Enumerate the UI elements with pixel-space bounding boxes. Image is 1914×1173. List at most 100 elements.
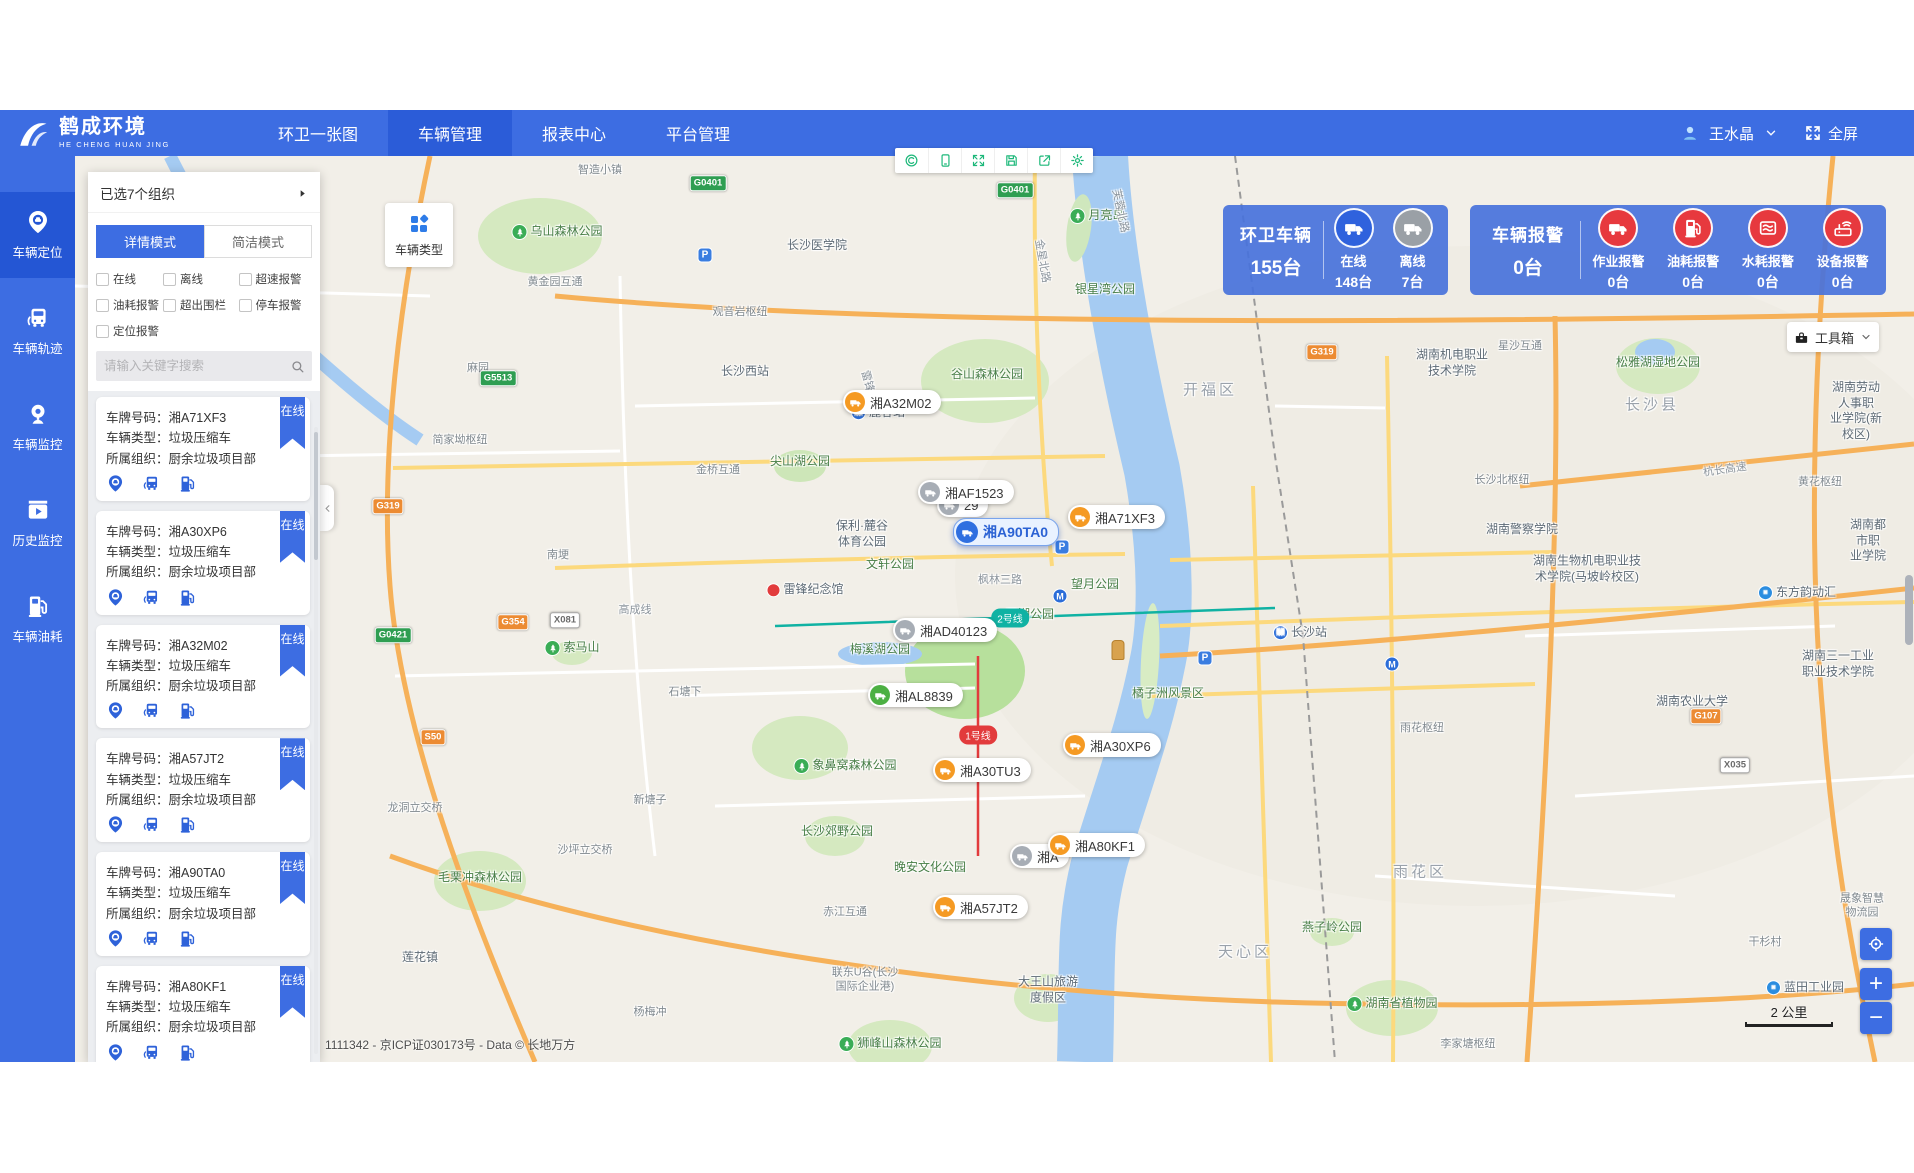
tab-详情模式[interactable]: 详情模式 (96, 225, 204, 258)
toolbox-button[interactable]: 工具箱 (1787, 322, 1879, 352)
nav-item-环卫一张图[interactable]: 环卫一张图 (248, 110, 388, 156)
fuel-vehicle-icon[interactable] (178, 1043, 197, 1062)
locate-vehicle-icon[interactable] (106, 815, 125, 834)
locate-vehicle-icon[interactable] (106, 701, 125, 720)
truck-icon (1050, 835, 1070, 855)
locate-vehicle-icon[interactable] (106, 1043, 125, 1062)
maptool-device-button[interactable] (928, 148, 961, 173)
user-name[interactable]: 王水晶 (1709, 123, 1754, 144)
filter-超速报警[interactable]: 超速报警 (239, 271, 312, 287)
vehicle-marker[interactable]: 湘AD40123 (893, 618, 997, 642)
track-vehicle-icon[interactable] (142, 1043, 161, 1062)
locate-button[interactable] (1860, 928, 1892, 960)
filter-定位报警[interactable]: 定位报警 (96, 323, 163, 339)
vehicle-marker[interactable]: 湘A57JT2 (933, 895, 1028, 919)
zoom-in-button[interactable]: + (1860, 968, 1892, 1000)
map-label: 银星湾公园 (1075, 282, 1135, 298)
sidebar-item-车辆监控[interactable]: 车辆监控 (0, 384, 75, 470)
filter-停车报警[interactable]: 停车报警 (239, 297, 312, 313)
map-label-text: 赤江互通 (823, 905, 867, 919)
fuel-vehicle-icon[interactable] (178, 701, 197, 720)
vehicle-card[interactable]: 车牌号码：湘A30XP6车辆类型：垃圾压缩车所属组织：厨余垃圾项目部在线 (96, 511, 310, 615)
browser-scrollbar-thumb[interactable] (1905, 575, 1913, 645)
vehicle-card[interactable]: 车牌号码：湘A90TA0车辆类型：垃圾压缩车所属组织：厨余垃圾项目部在线 (96, 852, 310, 956)
vehicle-card[interactable]: 车牌号码：湘A71XF3车辆类型：垃圾压缩车所属组织：厨余垃圾项目部在线 (96, 397, 310, 501)
zoom-out-button[interactable]: − (1860, 1002, 1892, 1034)
sidebar-item-历史监控[interactable]: 历史监控 (0, 480, 75, 566)
vehicle-marker[interactable]: 湘AL8839 (868, 683, 963, 707)
truck-icon (895, 620, 915, 640)
vehicle-marker[interactable]: 湘A30TU3 (933, 758, 1031, 782)
vehicle-type-button[interactable]: 车辆类型 (385, 203, 453, 267)
sidebar-item-车辆油耗[interactable]: 车辆油耗 (0, 576, 75, 662)
map-label: 尖山湖公园 (770, 454, 830, 470)
map-label-text: 智造小镇 (578, 163, 622, 177)
fuel-vehicle-icon[interactable] (178, 588, 197, 607)
track-vehicle-icon[interactable] (142, 701, 161, 720)
checkbox[interactable] (163, 299, 176, 312)
nav-item-平台管理[interactable]: 平台管理 (636, 110, 760, 156)
checkbox[interactable] (239, 273, 252, 286)
map-canvas[interactable]: 智造小镇乌山森林公园长沙医学院黄金园互通月亮岛银星湾公园观音岩枢纽麻园长沙西站谷… (75, 156, 1914, 1062)
sidebar-item-车辆定位[interactable]: 车辆定位 (0, 192, 75, 278)
nav-item-车辆管理[interactable]: 车辆管理 (388, 110, 512, 156)
track-vehicle-icon[interactable] (142, 929, 161, 948)
stat-count: 0台 (1581, 272, 1656, 292)
track-vehicle-icon[interactable] (142, 815, 161, 834)
vehicle-marker[interactable]: 湘A80KF1 (1048, 833, 1145, 857)
stat-count: 0台 (1731, 272, 1806, 292)
checkbox[interactable] (96, 299, 109, 312)
checkbox[interactable] (96, 325, 109, 338)
truck-icon (1402, 217, 1424, 239)
road-shield: G319 (1306, 344, 1337, 360)
maptool-expand-button[interactable] (961, 148, 994, 173)
locate-vehicle-icon[interactable] (106, 929, 125, 948)
fuel-vehicle-icon[interactable] (178, 474, 197, 493)
stat-label: 作业报警 (1581, 251, 1656, 270)
search-button[interactable] (282, 351, 312, 381)
filter-离线[interactable]: 离线 (163, 271, 239, 287)
fuel-vehicle-icon[interactable] (178, 815, 197, 834)
panel-collapse-handle[interactable] (320, 485, 334, 531)
map-label-text: 梅溪湖公园 (850, 642, 910, 658)
map-label-text: 晟象智慧物流园 (1836, 892, 1888, 921)
org-selector[interactable]: 已选7个组织 (88, 172, 320, 213)
filter-超出围栏[interactable]: 超出围栏 (163, 297, 239, 313)
chevron-down-icon[interactable] (1764, 126, 1778, 140)
user-avatar[interactable] (1681, 124, 1699, 142)
panel-scrollbar[interactable] (314, 427, 318, 1054)
locate-vehicle-icon[interactable] (106, 474, 125, 493)
map-label-text: 枫林三路 (978, 573, 1022, 587)
checkbox[interactable] (96, 273, 109, 286)
vehicle-marker[interactable]: 湘A32M02 (843, 390, 941, 414)
maptool-save-button[interactable] (994, 148, 1027, 173)
poi-icon (766, 583, 780, 597)
fuel-vehicle-icon[interactable] (178, 929, 197, 948)
filter-油耗报警[interactable]: 油耗报警 (96, 297, 163, 313)
vehicle-card[interactable]: 车牌号码：湘A57JT2车辆类型：垃圾压缩车所属组织：厨余垃圾项目部在线 (96, 738, 310, 842)
track-vehicle-icon[interactable] (142, 588, 161, 607)
vehicle-marker[interactable]: 湘AF1523 (918, 480, 1014, 504)
checkbox[interactable] (239, 299, 252, 312)
locate-vehicle-icon[interactable] (106, 588, 125, 607)
maptool-export-button[interactable] (1027, 148, 1060, 173)
vehicle-card[interactable]: 车牌号码：湘A32M02车辆类型：垃圾压缩车所属组织：厨余垃圾项目部在线 (96, 625, 310, 729)
fullscreen-button[interactable]: 全屏 (1804, 123, 1858, 144)
vehicle-card[interactable]: 车牌号码：湘A80KF1车辆类型：垃圾压缩车所属组织：厨余垃圾项目部在线 (96, 966, 310, 1062)
checkbox[interactable] (163, 273, 176, 286)
park-icon (544, 640, 560, 656)
nav-item-报表中心[interactable]: 报表中心 (512, 110, 636, 156)
search-input[interactable] (96, 359, 282, 373)
sidebar-item-车辆轨迹[interactable]: 车辆轨迹 (0, 288, 75, 374)
vehicle-marker[interactable]: 湘A71XF3 (1068, 505, 1165, 529)
tab-简洁模式[interactable]: 简洁模式 (204, 225, 312, 258)
brand-subtitle: HE CHENG HUAN JING (59, 140, 170, 149)
map-label-text: 长沙郊野公园 (801, 824, 873, 840)
vehicle-marker[interactable]: 湘A30XP6 (1063, 733, 1161, 757)
maptool-circle-select-button[interactable] (895, 148, 928, 173)
maptool-gear-button[interactable] (1060, 148, 1093, 173)
filter-在线[interactable]: 在线 (96, 271, 163, 287)
track-vehicle-icon[interactable] (142, 474, 161, 493)
vehicle-marker[interactable]: 湘A90TA0 (953, 518, 1059, 546)
map-label-text: 长沙北枢纽 (1475, 473, 1530, 487)
